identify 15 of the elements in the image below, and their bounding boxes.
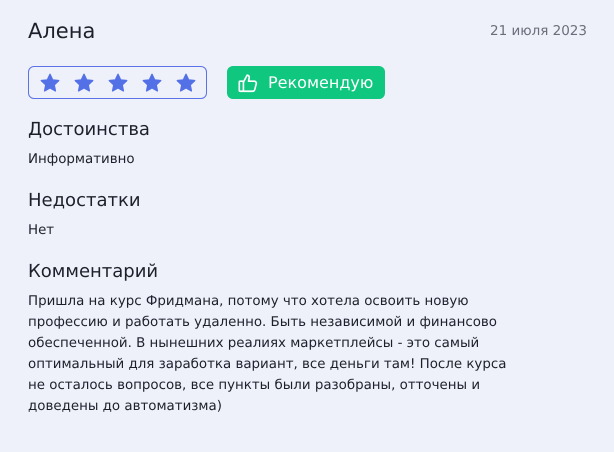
section-text: Нет [28,222,56,240]
star-icon [39,72,61,94]
star-icon [107,72,129,94]
review-date: 21 июля 2023 [490,23,587,39]
section-heading: Достоинства [28,119,151,140]
thumbs-up-icon [237,72,259,94]
section-heading: Недостатки [28,190,142,211]
section-heading: Комментарий [28,261,160,282]
star-icon [175,72,197,94]
section-text: Пришла на курс Фридмана, потому что хотела освоить новую профессию и работать удаленно. Быть независимой и финансово обеспеченной. В нынешних реалиях маркетплейсы - это самый оптимальный для заработка вариант, все деньги там! После курса не осталось вопросов, все пункты были разобраны, отточены и доведены до автоматизма) [28,293,508,416]
star-icon [73,72,95,94]
section-text: Информативно [28,151,136,169]
recommend-button[interactable]: Рекомендую [227,66,386,99]
author-name: Алена [28,19,96,43]
star-icon [141,72,163,94]
